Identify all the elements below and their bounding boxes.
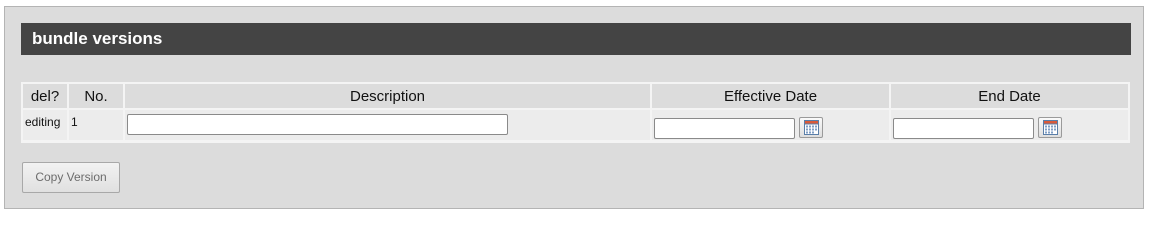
calendar-icon	[1043, 120, 1058, 135]
effective-date-calendar-button[interactable]	[799, 117, 823, 138]
row-number: 1	[69, 110, 123, 140]
versions-table: del? No. Description Effective Date End …	[21, 82, 1130, 143]
bundle-versions-panel: bundle versions del? No. Description Eff…	[4, 6, 1144, 209]
column-header-end-date: End Date	[891, 84, 1128, 108]
column-header-del: del?	[23, 84, 67, 108]
end-date-input[interactable]	[893, 118, 1034, 139]
column-header-description: Description	[125, 84, 650, 108]
end-date-calendar-button[interactable]	[1038, 117, 1062, 138]
row-del-status: editing	[23, 110, 67, 140]
row-effective-date-cell	[652, 110, 889, 140]
row-description-cell	[125, 110, 650, 140]
row-end-date-cell	[891, 110, 1128, 140]
effective-date-input[interactable]	[654, 118, 795, 139]
column-header-effective-date: Effective Date	[652, 84, 889, 108]
column-header-number: No.	[69, 84, 123, 108]
description-input[interactable]	[127, 114, 508, 135]
section-title: bundle versions	[21, 23, 1131, 55]
copy-version-button[interactable]: Copy Version	[22, 162, 120, 193]
calendar-icon	[804, 120, 819, 135]
